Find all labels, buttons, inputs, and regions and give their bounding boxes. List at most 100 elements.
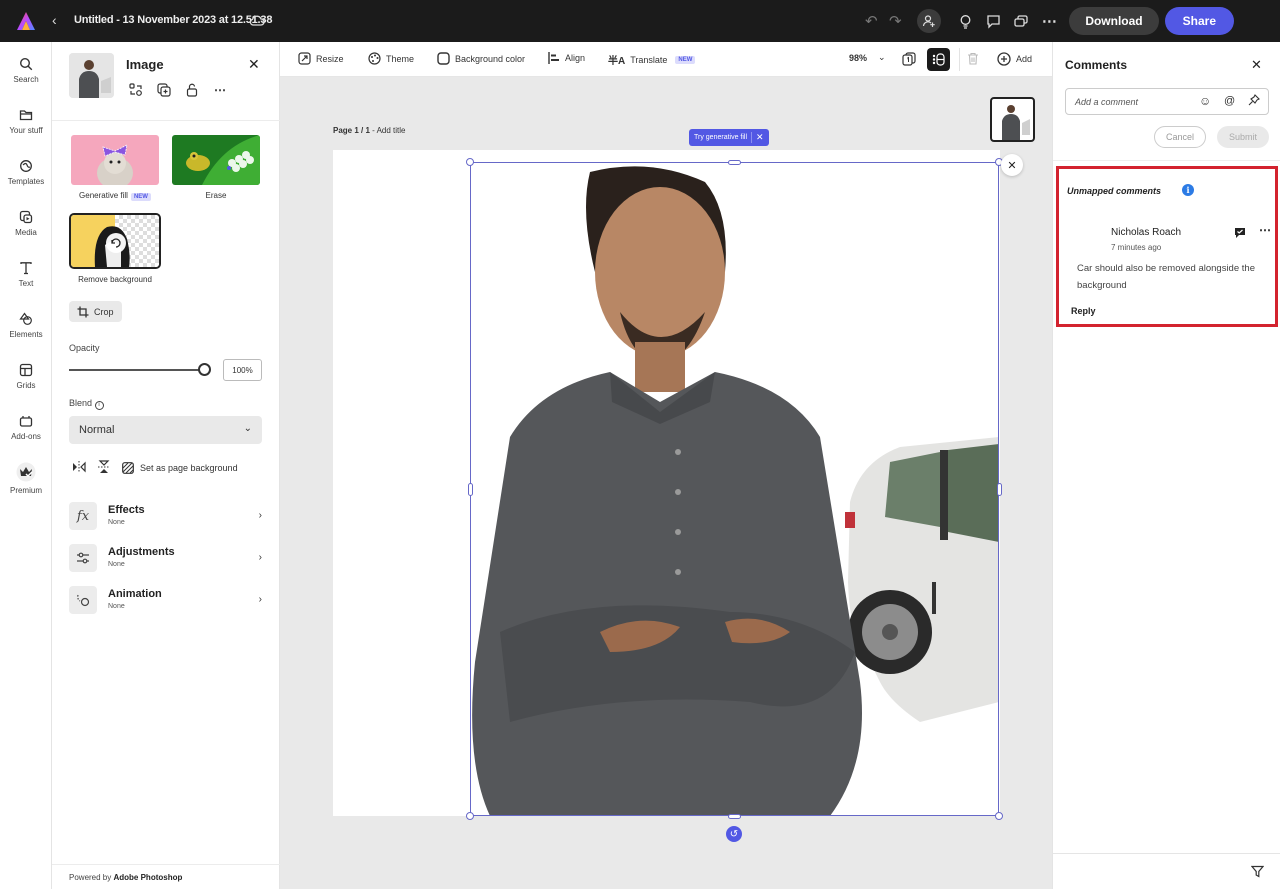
prop-name: Effects — [108, 504, 145, 516]
opacity-input[interactable]: 100% — [223, 359, 262, 381]
prop-name: Animation — [108, 588, 162, 600]
crop-label: Crop — [94, 306, 114, 317]
opacity-slider-handle[interactable] — [198, 363, 211, 376]
unlock-icon[interactable] — [184, 82, 200, 98]
rail-label: Search — [13, 75, 39, 84]
add-label: Add — [1016, 54, 1033, 64]
erase-tool[interactable]: Erase — [172, 135, 260, 200]
rail-item-search[interactable]: Search — [0, 57, 52, 84]
submit-button[interactable]: Submit — [1217, 126, 1269, 148]
chevron-down-icon: ⌄ — [878, 52, 886, 62]
share-button[interactable]: Share — [1164, 7, 1234, 35]
rail-item-media[interactable]: Media — [0, 210, 52, 237]
rail-label: Premium — [9, 486, 42, 495]
adobe-express-logo[interactable] — [16, 11, 36, 31]
translate-icon: 半A — [608, 56, 626, 67]
lightbulb-icon[interactable] — [953, 9, 977, 33]
animation-icon — [69, 586, 97, 614]
back-icon[interactable]: ‹ — [52, 12, 57, 28]
rail-item-templates[interactable]: Templates — [0, 159, 52, 186]
info-icon[interactable]: i — [94, 401, 104, 410]
flip-vertical-icon[interactable] — [98, 460, 110, 476]
resize-handle-bottom-right[interactable] — [995, 812, 1003, 820]
page-thumbnail[interactable] — [990, 97, 1035, 142]
animation-row[interactable]: Animation None › — [69, 586, 262, 614]
more-icon[interactable]: ⋯ — [1037, 9, 1061, 33]
close-panel-icon[interactable]: ✕ — [248, 56, 260, 73]
resize-handle-top-left[interactable] — [466, 158, 474, 166]
rail-item-your-stuff[interactable]: Your stuff — [0, 108, 52, 135]
cancel-button[interactable]: Cancel — [1154, 126, 1206, 148]
background-color-icon — [437, 52, 450, 65]
delete-button[interactable] — [967, 52, 979, 65]
add-button[interactable]: Add — [997, 52, 1032, 66]
prop-name: Adjustments — [108, 546, 175, 558]
crop-button[interactable]: Crop — [69, 301, 122, 322]
emoji-icon[interactable]: ☺ — [1199, 94, 1211, 108]
opacity-slider-track[interactable] — [69, 369, 205, 371]
top-bar: ‹ Untitled - 13 November 2023 at 12.51.3… — [0, 0, 1280, 42]
translate-label: Translate — [630, 54, 668, 65]
rotate-handle-icon[interactable]: ↺ — [726, 826, 742, 842]
download-button[interactable]: Download — [1069, 7, 1159, 35]
replace-image-icon[interactable] — [128, 82, 144, 98]
layers-icon — [932, 53, 945, 66]
remove-background-tool[interactable]: Remove background — [69, 213, 161, 284]
more-options-icon[interactable]: ⋯ — [212, 82, 228, 98]
redo-icon[interactable]: ↷ — [883, 9, 907, 33]
pin-icon[interactable] — [1248, 94, 1260, 109]
image-properties-panel: Image ✕ ⋯ Generative fill NEW Erase Remov… — [52, 42, 280, 889]
rail-item-grids[interactable]: Grids — [0, 363, 52, 390]
flip-horizontal-icon[interactable] — [72, 461, 86, 475]
invite-user-icon[interactable] — [917, 9, 942, 33]
filter-icon[interactable] — [1251, 865, 1264, 878]
blend-value: Normal — [79, 424, 115, 436]
reply-button[interactable]: Reply — [1071, 306, 1096, 316]
duplicate-icon[interactable] — [156, 82, 172, 98]
deselect-close-button[interactable]: ✕ — [1001, 154, 1023, 176]
comment-more-icon[interactable]: ⋯ — [1259, 223, 1271, 237]
resize-handle-top[interactable] — [728, 160, 741, 165]
zoom-select[interactable]: 98% ⌄ — [849, 52, 886, 63]
align-button[interactable]: Align — [548, 52, 585, 64]
folder-icon — [19, 110, 33, 121]
resize-handle-bottom[interactable] — [728, 814, 741, 819]
divider — [1053, 853, 1280, 854]
background-color-button[interactable]: Background color — [437, 52, 525, 65]
generative-fill-tool[interactable]: Generative fill NEW — [71, 135, 159, 201]
rail-item-text[interactable]: Text — [0, 261, 52, 288]
try-generative-fill-chip[interactable]: Try generative fill ✕ — [689, 129, 769, 146]
translate-button[interactable]: 半A Translate NEW — [608, 52, 696, 67]
remove-background-preview — [69, 213, 161, 269]
dismiss-icon[interactable]: ✕ — [756, 132, 764, 143]
info-icon[interactable]: i — [1182, 184, 1194, 196]
adjustments-row[interactable]: Adjustments None › — [69, 544, 262, 572]
blend-label-text: Blend — [69, 398, 93, 408]
document-title[interactable]: Untitled - 13 November 2023 at 12.51.38 — [74, 14, 272, 26]
add-title-link[interactable]: - Add title — [370, 126, 405, 135]
theme-button[interactable]: Theme — [368, 52, 414, 65]
cloud-icon[interactable] — [248, 11, 266, 29]
blend-mode-select[interactable]: Normal ⌄ — [69, 416, 262, 444]
rail-item-elements[interactable]: Elements — [0, 312, 52, 339]
rail-item-premium[interactable]: Premium — [0, 462, 52, 495]
effects-row[interactable]: fx Effects None › — [69, 502, 262, 530]
comment-input[interactable]: Add a comment ☺ @ — [1065, 88, 1269, 115]
present-icon[interactable] — [1009, 9, 1033, 33]
background-color-label: Background color — [455, 53, 526, 64]
rail-item-add-ons[interactable]: Add-ons — [0, 414, 52, 441]
set-as-page-background-button[interactable]: Set as page background — [122, 462, 238, 474]
resize-handle-bottom-left[interactable] — [466, 812, 474, 820]
comment-icon[interactable] — [981, 9, 1005, 33]
templates-icon — [20, 160, 32, 172]
page-label[interactable]: Page 1 / 1 - Add title — [333, 126, 406, 135]
undo-icon[interactable]: ↶ — [859, 9, 883, 33]
layers-toggle-button[interactable] — [927, 48, 950, 71]
pages-button[interactable] — [902, 52, 916, 66]
resize-handle-left[interactable] — [468, 483, 473, 496]
resize-button[interactable]: Resize — [298, 52, 344, 65]
close-comments-icon[interactable]: ✕ — [1251, 57, 1262, 73]
mention-icon[interactable]: @ — [1224, 95, 1235, 107]
resize-handle-right[interactable] — [997, 483, 1002, 496]
resolve-comment-icon[interactable] — [1234, 227, 1246, 239]
